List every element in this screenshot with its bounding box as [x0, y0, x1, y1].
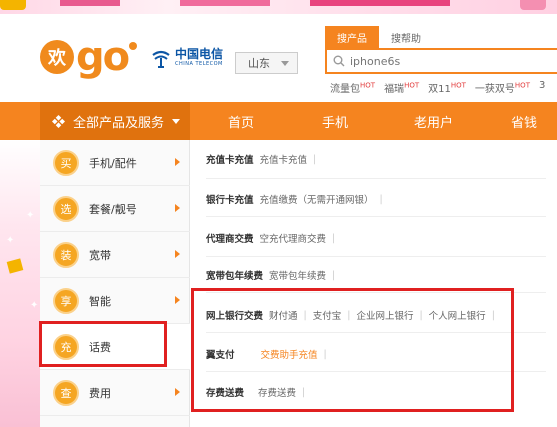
category-label: 智能: [89, 294, 111, 308]
chevron-right-icon: [175, 158, 180, 166]
chevron-right-icon: [175, 250, 180, 258]
category-badge: 享: [53, 287, 79, 314]
annotation-box-topup: [39, 321, 167, 367]
submenu-row: 宽带包年续费 宽带包年续费 |: [206, 268, 546, 283]
hot-search-links: 流量包HOT 福瑞HOT 双11HOT 一获双号HOT 3: [330, 80, 554, 95]
category-label: 费用: [89, 386, 111, 400]
category-badge: 装: [53, 241, 79, 268]
row-title: 宽带包年续费: [206, 271, 264, 282]
submenu-link[interactable]: 空充代理商交费: [260, 231, 327, 245]
category-badge: 选: [53, 195, 79, 222]
huango-logo[interactable]: 欢 go: [40, 34, 138, 80]
site-header: 欢 go 中国电信 CHINA TELECOM 山东 搜产品 搜帮助 流量包HO…: [0, 14, 557, 102]
china-telecom-logo[interactable]: 中国电信 CHINA TELECOM: [150, 47, 223, 69]
nav-existing-users[interactable]: 老用户: [414, 102, 453, 140]
nav-home[interactable]: 首页: [228, 102, 254, 140]
banner-stripe: [60, 0, 120, 6]
logo-huan-badge: 欢: [40, 40, 74, 74]
separator: |: [332, 232, 336, 244]
hot-link[interactable]: 一获双号HOT: [475, 80, 530, 95]
telecom-name-cn: 中国电信: [175, 47, 224, 61]
divider: [206, 256, 546, 257]
submenu-row: 银行卡充值 充值缴费（无需开通网银） |: [206, 192, 546, 207]
nav-phones[interactable]: 手机: [322, 102, 348, 140]
category-menu: 买 手机/配件 选 套餐/靓号 装 宽带 享 智能 充 话费 查 费用: [40, 140, 190, 427]
separator: |: [332, 269, 336, 281]
nav-save-money[interactable]: 省钱: [511, 102, 537, 140]
gift-icon: [6, 258, 24, 274]
category-badge: 买: [53, 149, 79, 176]
sparkle-icon: ✦: [30, 300, 39, 311]
grid-diamond-icon: [52, 114, 65, 128]
banner-stripe: [180, 0, 270, 6]
region-select[interactable]: 山东: [235, 52, 298, 74]
sparkle-icon: ✦: [26, 210, 35, 221]
banner-decoration: [0, 0, 26, 10]
search-input[interactable]: [350, 54, 550, 68]
separator: |: [379, 193, 383, 205]
category-smart[interactable]: 享 智能: [40, 278, 190, 324]
chevron-right-icon: [175, 388, 180, 396]
category-phones[interactable]: 买 手机/配件: [40, 140, 190, 186]
submenu-link[interactable]: 宽带包年续费: [269, 268, 326, 282]
category-label: 宽带: [89, 248, 111, 262]
banner-stripe: [310, 0, 450, 6]
category-badge: 查: [53, 379, 79, 406]
category-label: 套餐/靓号: [89, 202, 137, 216]
logo-go-text: go: [76, 34, 130, 80]
submenu-link[interactable]: 充值缴费（无需开通网银）: [260, 192, 374, 206]
all-products-label: 全部产品及服务: [73, 115, 165, 131]
caret-down-icon: [172, 118, 181, 124]
chevron-right-icon: [175, 296, 180, 304]
submenu-link[interactable]: 充值卡充值: [260, 152, 308, 166]
main-nav: 全部产品及服务 首页 手机 老用户 省钱: [0, 102, 557, 140]
category-plans[interactable]: 选 套餐/靓号: [40, 186, 190, 232]
tab-search-products[interactable]: 搜产品: [325, 26, 379, 48]
submenu-row: 代理商交费 空充代理商交费 |: [206, 231, 546, 246]
hot-link[interactable]: 3: [539, 80, 545, 95]
row-title: 充值卡充值: [206, 155, 254, 166]
row-title: 代理商交费: [206, 234, 254, 245]
region-value: 山东: [248, 57, 270, 70]
chevron-right-icon: [175, 204, 180, 212]
banner-decoration: [520, 0, 546, 10]
search-tabs: 搜产品 搜帮助: [325, 26, 433, 48]
separator: |: [313, 153, 317, 165]
hot-link[interactable]: 双11HOT: [428, 80, 466, 95]
hot-link[interactable]: 福瑞HOT: [384, 80, 419, 95]
category-label: 手机/配件: [89, 156, 137, 170]
china-telecom-icon: [152, 50, 170, 68]
search-box: [325, 48, 557, 74]
tab-search-help[interactable]: 搜帮助: [379, 26, 433, 48]
annotation-box-payment: [191, 288, 514, 412]
search-icon: [333, 55, 345, 67]
row-title: 银行卡充值: [206, 195, 254, 206]
divider: [206, 178, 546, 179]
chevron-down-icon: [281, 61, 289, 66]
top-banner[interactable]: [0, 0, 557, 14]
hot-link[interactable]: 流量包HOT: [330, 80, 375, 95]
category-bills[interactable]: 查 费用: [40, 370, 190, 416]
category-broadband[interactable]: 装 宽带: [40, 232, 190, 278]
submenu-row: 充值卡充值 充值卡充值 |: [206, 152, 546, 167]
all-products-menu[interactable]: 全部产品及服务: [40, 102, 190, 140]
logo-dot: [129, 42, 138, 50]
telecom-name-en: CHINA TELECOM: [175, 61, 223, 67]
divider: [206, 216, 546, 217]
sparkle-icon: ✦: [6, 235, 15, 246]
side-decoration: ✦ ✦ ✦: [0, 140, 40, 427]
